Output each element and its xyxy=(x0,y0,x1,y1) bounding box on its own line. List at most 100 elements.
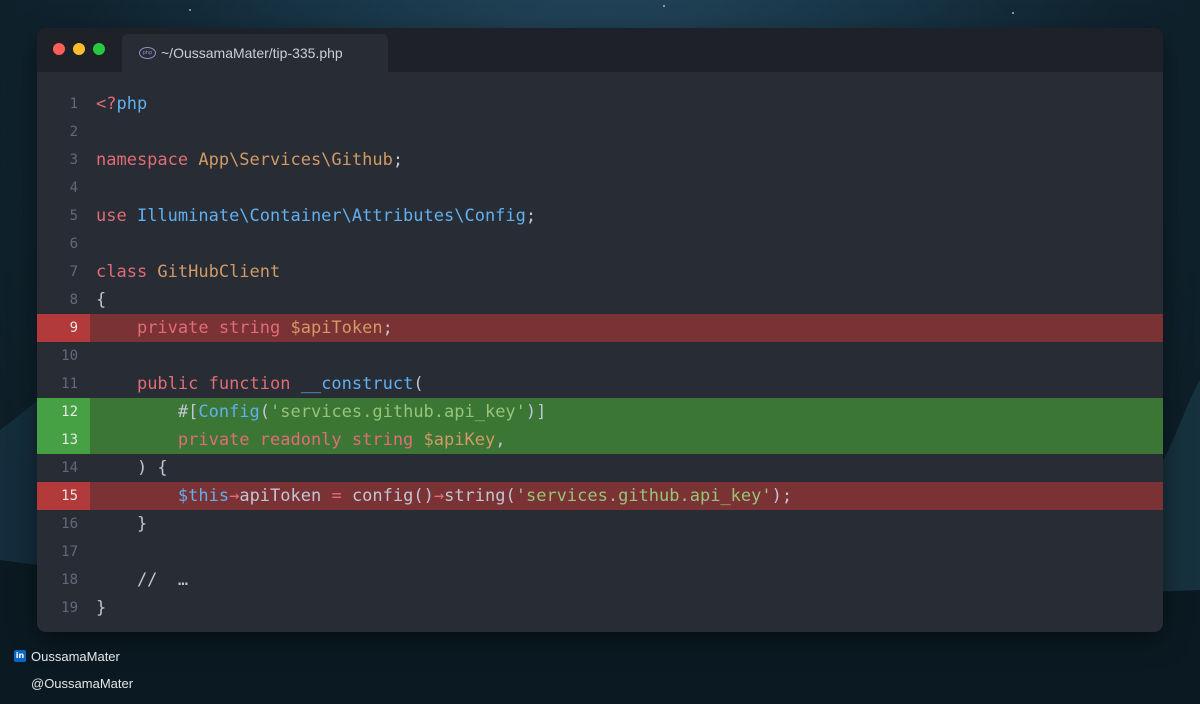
line-number: 11 xyxy=(61,376,78,392)
close-button[interactable] xyxy=(53,43,65,55)
line-gutter: 19 xyxy=(37,594,90,622)
code-token: 'services.github.api_key' xyxy=(270,402,526,422)
code-token: Config xyxy=(198,402,260,422)
line-gutter: 17 xyxy=(37,538,90,566)
line-number: 7 xyxy=(69,264,78,280)
line-number: 16 xyxy=(61,516,78,532)
code-line: 2 xyxy=(37,118,1163,146)
code-line: 17 xyxy=(37,538,1163,566)
line-gutter: 8 xyxy=(37,286,90,314)
code-token: ( xyxy=(413,374,424,394)
code-token: use xyxy=(96,206,137,226)
code-token: // … xyxy=(96,570,189,590)
code-line-content: class GitHubClient xyxy=(96,262,280,282)
code-line-content: // … xyxy=(96,570,188,590)
code-token: { xyxy=(96,290,107,310)
line-number: 1 xyxy=(69,96,78,112)
code-token: ; xyxy=(392,150,404,170)
line-gutter: 2 xyxy=(37,118,90,146)
code-line: 4 xyxy=(37,174,1163,202)
code-token: public function xyxy=(136,374,301,394)
code-token: ); xyxy=(771,486,793,506)
code-line-content: <?php xyxy=(96,94,147,114)
code-line-content: private readonly string $apiKey, xyxy=(96,430,506,450)
code-line: 11 public function __construct( xyxy=(37,370,1163,398)
line-number: 17 xyxy=(61,544,78,560)
code-line: 5 use Illuminate\Container\Attributes\Con… xyxy=(37,202,1163,230)
code-line-content: private string $apiToken; xyxy=(96,318,393,338)
code-token: apiToken xyxy=(239,486,332,506)
code-line-content: { xyxy=(96,290,106,310)
code-token: ) { xyxy=(96,458,168,478)
line-number: 18 xyxy=(61,572,78,588)
code-token: } xyxy=(96,598,107,618)
code-token: , xyxy=(495,430,506,450)
line-gutter: 4 xyxy=(37,174,90,202)
minimize-button[interactable] xyxy=(73,43,85,55)
code-line-content: } xyxy=(96,598,106,618)
line-gutter: 1 xyxy=(37,90,90,118)
line-gutter: 7 xyxy=(37,258,90,286)
code-line: 1 <?php xyxy=(37,90,1163,118)
code-line: 18 // … xyxy=(37,566,1163,594)
file-tab-title: ~/OussamaMater/tip-335.php xyxy=(161,45,343,61)
code-line-content: $this→apiToken = config()→string('servic… xyxy=(96,486,792,506)
code-line-content: ) { xyxy=(96,458,168,478)
code-window: php ~/OussamaMater/tip-335.php 1 <?php 2 3 n… xyxy=(37,28,1163,632)
code-token: → xyxy=(229,486,240,506)
line-gutter: 14 xyxy=(37,454,90,482)
code-line-content: } xyxy=(96,514,147,534)
line-gutter: 16 xyxy=(37,510,90,538)
code-token: Illuminate\Container\Attributes\Config xyxy=(136,206,526,226)
code-token: 'services.github.api_key' xyxy=(515,486,772,506)
code-line-content: use Illuminate\Container\Attributes\Conf… xyxy=(96,206,536,226)
linkedin-handle[interactable]: OussamaMater xyxy=(31,649,120,664)
line-number: 5 xyxy=(69,208,78,224)
code-token: = xyxy=(331,486,352,506)
line-number: 3 xyxy=(69,152,78,168)
code-line: 3 namespace App\Services\Github; xyxy=(37,146,1163,174)
line-number: 6 xyxy=(69,236,78,252)
code-token: $apiToken xyxy=(290,318,383,338)
code-line: 16 } xyxy=(37,510,1163,538)
line-gutter: 9 xyxy=(37,314,90,342)
code-token: } xyxy=(96,514,148,534)
code-line: 14 ) { xyxy=(37,454,1163,482)
code-line-content: #[Config('services.github.api_key')] xyxy=(96,402,547,422)
line-gutter: 11 xyxy=(37,370,90,398)
code-token: )] xyxy=(525,402,547,422)
code-line-removed: 15 $this→apiToken = config()→string('ser… xyxy=(37,482,1163,510)
code-line: 6 xyxy=(37,230,1163,258)
code-token: → xyxy=(433,486,445,506)
line-number: 19 xyxy=(61,600,78,616)
code-token: string( xyxy=(444,486,516,506)
line-gutter: 10 xyxy=(37,342,90,370)
line-number: 10 xyxy=(61,348,78,364)
maximize-button[interactable] xyxy=(93,43,105,55)
line-gutter: 13 xyxy=(37,426,90,454)
code-token: __construct xyxy=(300,374,414,394)
line-gutter: 6 xyxy=(37,230,90,258)
code-token: GitHubClient xyxy=(157,262,281,282)
code-line: 8{ xyxy=(37,286,1163,314)
line-number: 8 xyxy=(69,292,78,308)
code-line-content: public function __construct( xyxy=(96,374,424,394)
code-token: private string xyxy=(136,318,291,338)
twitter-handle[interactable]: @OussamaMater xyxy=(31,676,133,691)
line-gutter: 18 xyxy=(37,566,90,594)
linkedin-icon: in xyxy=(14,650,26,662)
code-token: ( xyxy=(259,402,271,422)
code-token: private readonly string xyxy=(177,430,424,450)
line-gutter: 5 xyxy=(37,202,90,230)
file-tab[interactable]: php ~/OussamaMater/tip-335.php xyxy=(122,34,388,72)
background-star xyxy=(1012,12,1014,14)
code-token: ; xyxy=(525,206,537,226)
line-number: 4 xyxy=(69,180,78,196)
code-token: App\Services\Github xyxy=(198,150,393,170)
line-number: 9 xyxy=(69,320,78,336)
code-token: <? xyxy=(96,94,117,114)
